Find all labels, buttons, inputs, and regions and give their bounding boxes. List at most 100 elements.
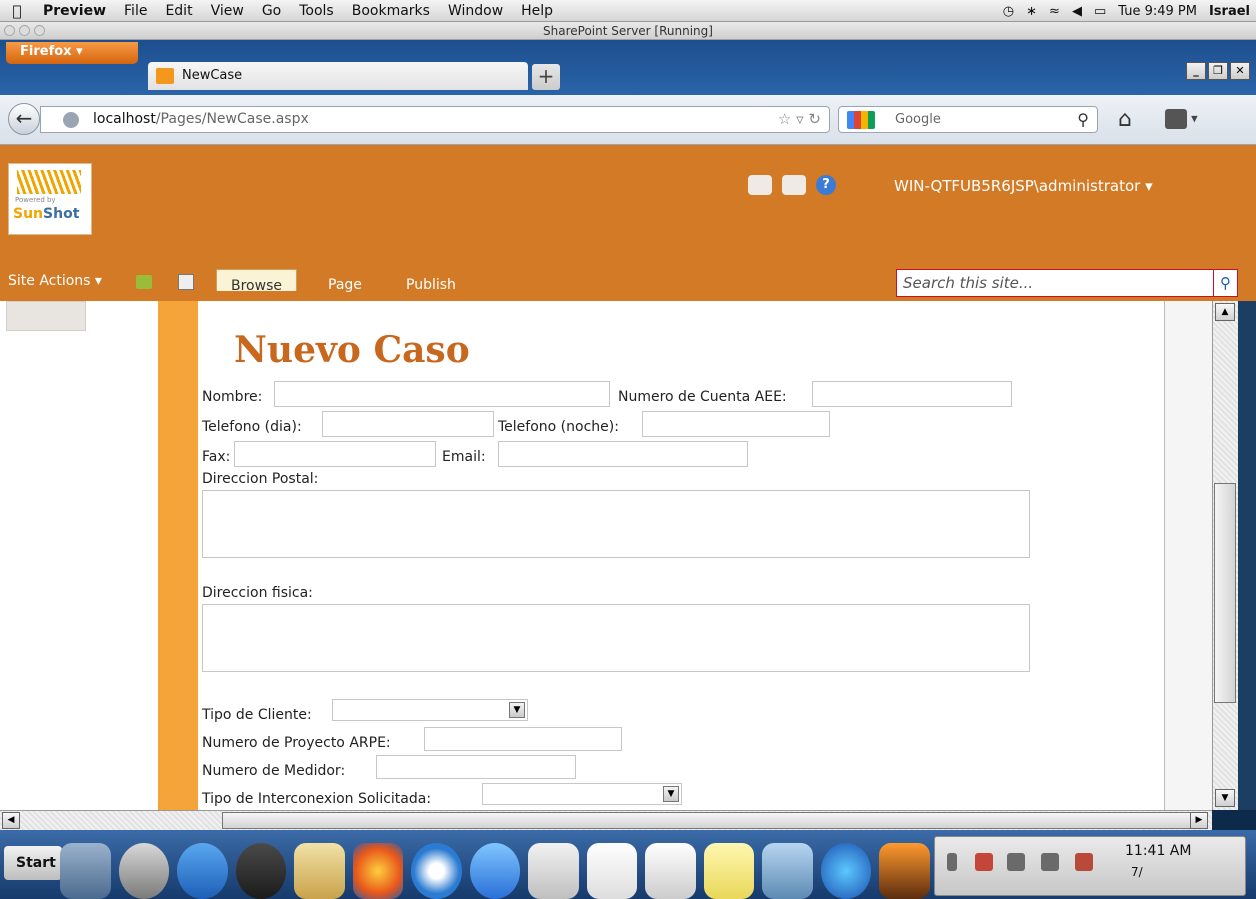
menubar-clock[interactable]: Tue 9:49 PM: [1118, 4, 1197, 19]
history-dropdown-icon[interactable]: ▿: [796, 110, 804, 128]
tags-notes-icon[interactable]: [748, 175, 772, 195]
nombre-input[interactable]: [274, 381, 610, 407]
tab-publish[interactable]: Publish: [392, 269, 470, 301]
telefono-dia-input[interactable]: [322, 411, 494, 437]
notes-icon[interactable]: [703, 843, 755, 899]
email-input[interactable]: [498, 441, 748, 467]
menu-tools[interactable]: Tools: [290, 3, 343, 19]
tipo-interconexion-select[interactable]: ▼: [482, 783, 682, 805]
left-nav: [6, 301, 86, 331]
taskbar-date[interactable]: 7/: [1131, 865, 1143, 879]
menu-edit[interactable]: Edit: [156, 3, 201, 19]
firefox-icon[interactable]: [352, 843, 404, 899]
action-center-icon[interactable]: [975, 853, 993, 871]
calendar-icon[interactable]: [586, 843, 638, 899]
taskbar-time[interactable]: 11:41 AM: [1125, 843, 1191, 859]
launchpad-icon[interactable]: [118, 843, 170, 899]
menu-go[interactable]: Go: [253, 3, 290, 19]
menu-bookmarks[interactable]: Bookmarks: [343, 3, 439, 19]
menu-view[interactable]: View: [202, 3, 253, 19]
bookmark-star-icon[interactable]: ☆: [778, 110, 791, 128]
search-icon[interactable]: ⚲: [1077, 107, 1089, 132]
vertical-scrollbar[interactable]: ▲ ▼: [1212, 301, 1238, 810]
tipo-cliente-select[interactable]: ▼: [332, 699, 528, 721]
volume-icon[interactable]: ◀: [1072, 4, 1082, 19]
label-nombre: Nombre:: [202, 389, 263, 405]
app-store-icon[interactable]: [177, 843, 228, 899]
label-email: Email:: [442, 449, 486, 465]
horizontal-scrollbar[interactable]: ◀ ▶: [0, 810, 1212, 830]
scroll-right-icon[interactable]: ▶: [1190, 812, 1208, 829]
tab-page[interactable]: Page: [314, 269, 376, 301]
scroll-up-icon[interactable]: ▲: [1215, 303, 1235, 321]
label-cuenta: Numero de Cuenta AEE:: [618, 389, 787, 405]
start-button[interactable]: Start: [4, 846, 62, 880]
messages-icon[interactable]: [469, 843, 521, 899]
user-menu[interactable]: WIN-QTFUB5R6JSP\administrator ▾: [894, 177, 1153, 195]
volume-muted-icon[interactable]: [1075, 853, 1093, 871]
firefox-menu-button[interactable]: Firefox ▾: [6, 42, 138, 64]
safari-icon[interactable]: [411, 843, 462, 899]
site-search-input[interactable]: Search this site...: [896, 269, 1214, 297]
page-title: Nuevo Caso: [234, 329, 470, 371]
cuenta-aee-input[interactable]: [812, 381, 1012, 407]
help-icon[interactable]: ?: [816, 175, 836, 195]
horizontal-scroll-thumb[interactable]: [222, 812, 1192, 829]
scroll-down-icon[interactable]: ▼: [1215, 789, 1235, 807]
sunshot-logo[interactable]: Powered by SunShot: [8, 163, 92, 235]
fax-input[interactable]: [234, 441, 436, 467]
label-tel-noche: Telefono (noche):: [498, 419, 619, 435]
dashboard-icon[interactable]: [235, 843, 287, 899]
url-bar[interactable]: localhost/Pages/NewCase.aspx ☆ ▿ ↻: [40, 106, 830, 133]
vertical-scroll-thumb[interactable]: [1214, 483, 1236, 703]
navigate-up-icon[interactable]: [136, 275, 152, 289]
close-icon[interactable]: ✕: [1230, 62, 1250, 80]
battery-icon[interactable]: ▭: [1094, 4, 1106, 19]
minimize-icon[interactable]: _: [1186, 62, 1206, 80]
home-icon[interactable]: ⌂: [1110, 105, 1140, 135]
menu-file[interactable]: File: [115, 3, 156, 19]
apple-icon[interactable]: : [0, 2, 34, 20]
new-tab-button[interactable]: +: [532, 64, 560, 90]
reload-icon[interactable]: ↻: [808, 110, 821, 128]
search-icon[interactable]: ⚲: [1214, 269, 1238, 297]
chevron-down-icon[interactable]: ▼: [509, 702, 525, 718]
telefono-noche-input[interactable]: [642, 411, 830, 437]
vm-window-title: SharePoint Server [Running]: [543, 24, 713, 38]
tab-browse[interactable]: Browse: [216, 269, 297, 294]
google-icon[interactable]: [847, 111, 875, 129]
time-machine-icon[interactable]: ◷: [1003, 4, 1014, 19]
window-traffic-lights[interactable]: [4, 25, 45, 36]
menu-help[interactable]: Help: [512, 3, 562, 19]
menu-app[interactable]: Preview: [34, 3, 115, 19]
site-actions-menu[interactable]: Site Actions ▾: [8, 273, 102, 289]
menu-window[interactable]: Window: [439, 3, 512, 19]
chevron-down-icon[interactable]: ▼: [663, 786, 679, 802]
preview-icon[interactable]: [294, 843, 345, 899]
edit-page-icon[interactable]: [178, 274, 194, 290]
iphoto-icon[interactable]: [762, 843, 813, 899]
back-arrow-icon[interactable]: ←: [8, 103, 40, 135]
mail-icon[interactable]: [528, 843, 579, 899]
social-icon[interactable]: [782, 175, 806, 195]
network-icon[interactable]: [1041, 853, 1059, 871]
itunes-icon[interactable]: [820, 843, 872, 899]
photo-booth-icon[interactable]: [879, 843, 930, 899]
wifi-icon[interactable]: ≈: [1049, 4, 1060, 19]
direccion-postal-textarea[interactable]: [202, 490, 1030, 558]
bluetooth-icon[interactable]: ∗: [1026, 4, 1037, 19]
proyecto-arpe-input[interactable]: [424, 727, 622, 751]
usb-icon[interactable]: [1007, 853, 1025, 871]
menubar-user[interactable]: Israel: [1209, 4, 1250, 19]
tray-expand-icon[interactable]: [947, 853, 957, 871]
ribbon-bar: Site Actions ▾ Browse Page Publish Searc…: [0, 265, 1256, 301]
direccion-fisica-textarea[interactable]: [202, 604, 1030, 672]
bookmarks-menu-icon[interactable]: ▾: [1165, 109, 1205, 131]
scroll-left-icon[interactable]: ◀: [2, 812, 20, 829]
search-engine-box[interactable]: Google ⚲: [838, 106, 1098, 133]
reminders-icon[interactable]: [645, 843, 696, 899]
tab-newcase[interactable]: NewCase: [148, 62, 528, 90]
restore-icon[interactable]: ❐: [1208, 62, 1228, 80]
medidor-input[interactable]: [376, 755, 576, 779]
finder-icon[interactable]: [60, 843, 111, 899]
